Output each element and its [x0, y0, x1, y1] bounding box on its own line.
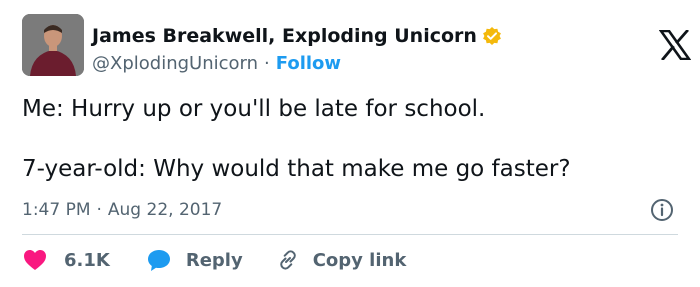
timestamp-separator: ·	[96, 200, 102, 220]
info-icon[interactable]	[650, 198, 674, 222]
tweet-time: 1:47 PM	[22, 200, 91, 220]
tweet-card: James Breakwell, Exploding Unicorn @Xplo…	[0, 0, 700, 287]
copy-link-label: Copy link	[312, 249, 407, 271]
avatar[interactable]	[22, 14, 84, 76]
display-name[interactable]: James Breakwell, Exploding Unicorn	[92, 25, 477, 47]
handle[interactable]: @XplodingUnicorn	[92, 53, 258, 74]
copy-link-button[interactable]: Copy link	[275, 247, 407, 273]
follow-button[interactable]: Follow	[276, 53, 341, 74]
x-logo-icon[interactable]	[658, 29, 692, 61]
verified-badge-icon	[482, 26, 502, 46]
action-bar: 6.1K Reply Copy link	[22, 246, 406, 274]
reply-label: Reply	[185, 249, 243, 271]
reply-bubble-icon	[146, 247, 172, 273]
divider	[22, 234, 678, 235]
link-icon	[275, 247, 301, 273]
avatar-image	[22, 14, 84, 76]
reply-button[interactable]: Reply	[146, 247, 243, 273]
like-button[interactable]: 6.1K	[22, 247, 110, 273]
tweet-text-line-1: Me: Hurry up or you'll be late for schoo…	[22, 96, 486, 122]
tweet-header: James Breakwell, Exploding Unicorn @Xplo…	[22, 14, 692, 78]
tweet-text: Me: Hurry up or you'll be late for schoo…	[22, 94, 682, 184]
handle-separator: ·	[264, 52, 270, 74]
tweet-text-line-2: 7-year-old: Why would that make me go fa…	[22, 156, 571, 182]
name-line: James Breakwell, Exploding Unicorn	[92, 23, 502, 49]
tweet-timestamp[interactable]: 1:47 PM · Aug 22, 2017	[22, 198, 222, 222]
like-count: 6.1K	[64, 249, 110, 271]
tweet-date: Aug 22, 2017	[107, 200, 223, 220]
heart-icon	[22, 247, 48, 273]
handle-line: @XplodingUnicorn · Follow	[92, 51, 341, 75]
